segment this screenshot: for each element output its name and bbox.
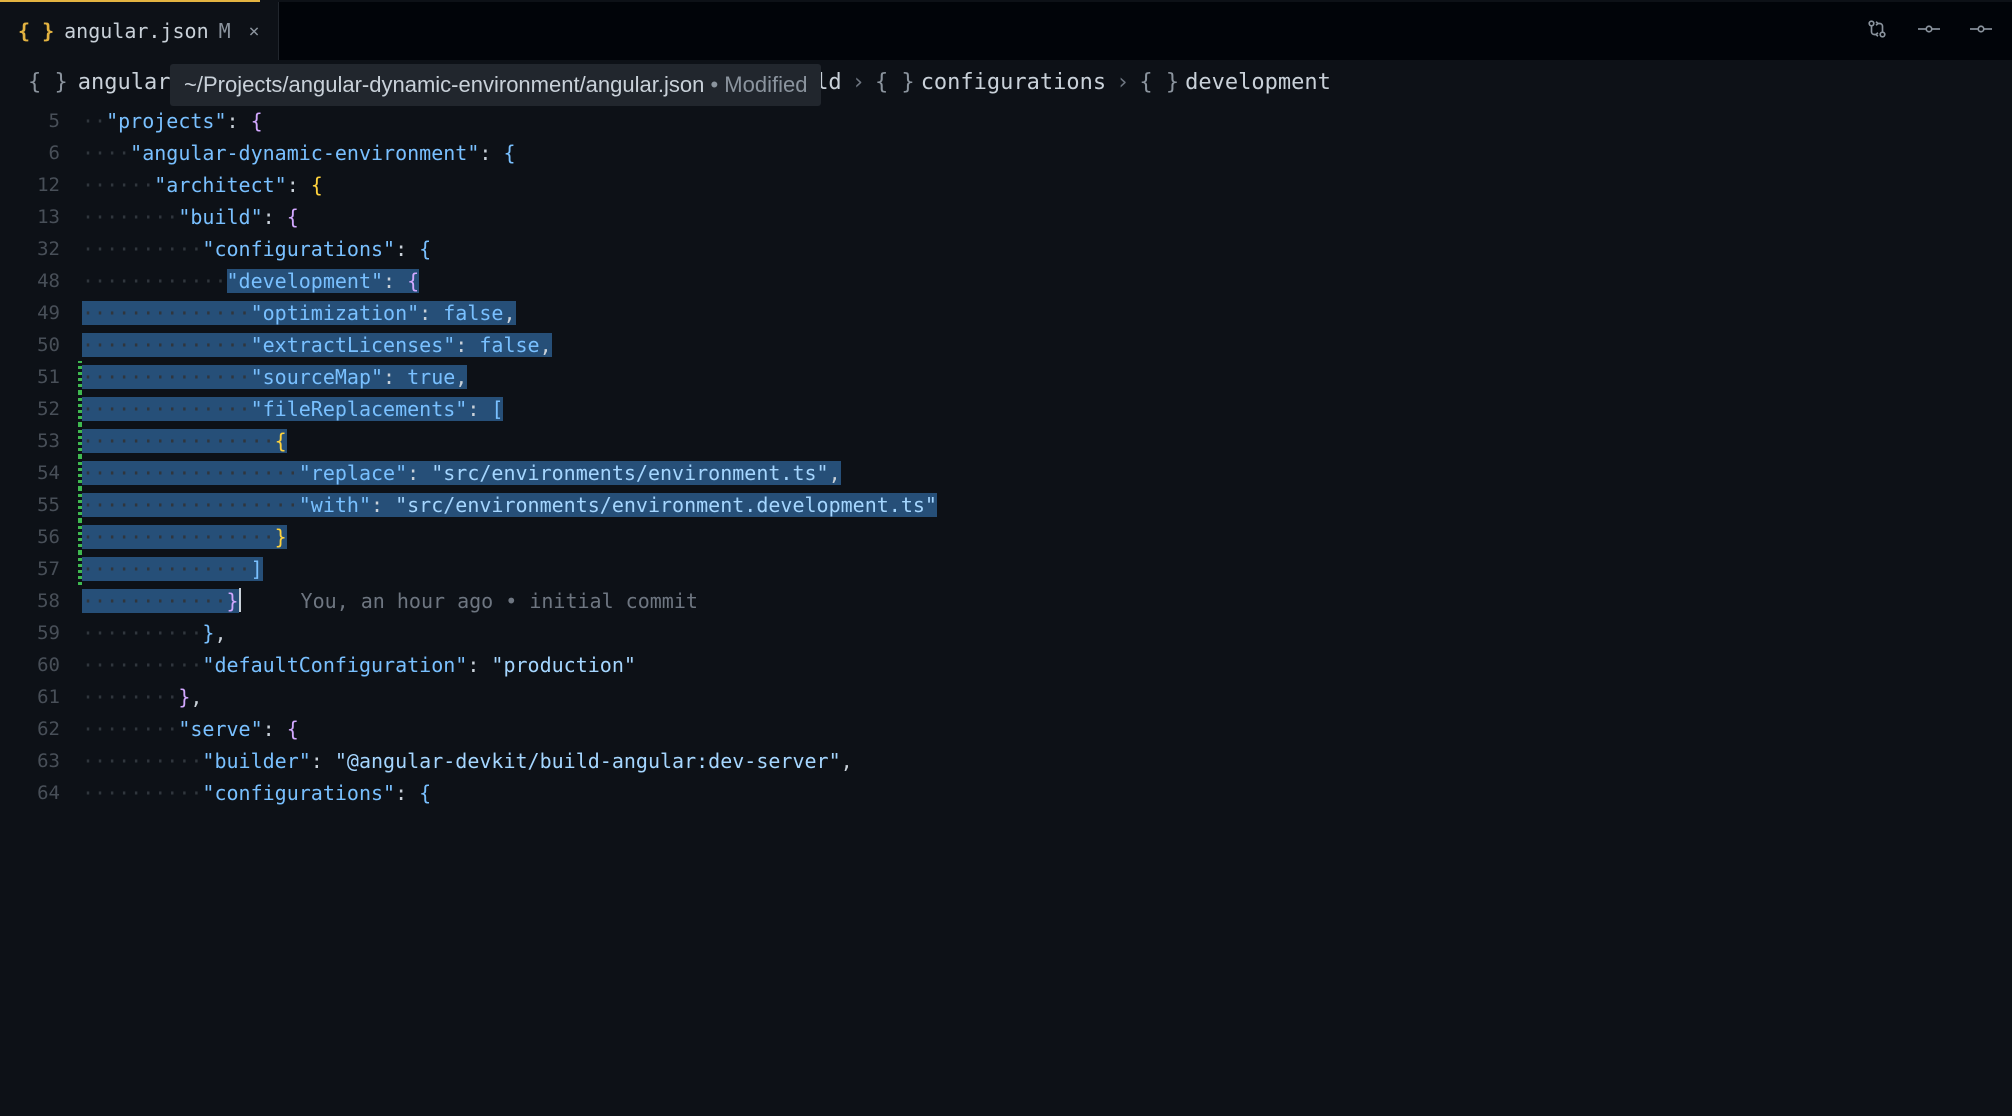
editor-tab-angular-json[interactable]: { } angular.json M × (0, 2, 279, 60)
git-commit-alt-icon[interactable] (1970, 18, 1992, 45)
tab-modified-badge: M (219, 19, 231, 43)
line-number: 62 (0, 718, 78, 740)
tab-filename: angular.json (64, 19, 209, 43)
git-commit-icon[interactable] (1918, 18, 1940, 45)
line-number: 32 (0, 238, 78, 260)
breadcrumb-configurations[interactable]: configurations (921, 70, 1106, 95)
line-number: 61 (0, 686, 78, 708)
line-number: 57 (0, 558, 78, 580)
code-editor[interactable]: 5··"projects": { 6····"angular-dynamic-e… (0, 105, 2012, 809)
line-number: 63 (0, 750, 78, 772)
path-tooltip: ~/Projects/angular-dynamic-environment/a… (170, 64, 821, 106)
json-icon: { } (18, 19, 54, 43)
line-number: 52 (0, 398, 78, 420)
tab-actions (1866, 2, 1992, 60)
tab-bar: { } angular.json M × (0, 2, 2012, 60)
cursor (239, 588, 241, 612)
line-number: 13 (0, 206, 78, 228)
line-number: 51 (0, 366, 78, 388)
json-icon: { } (28, 70, 68, 95)
line-number: 56 (0, 526, 78, 548)
breadcrumb-development[interactable]: development (1185, 70, 1331, 95)
line-number: 64 (0, 782, 78, 804)
line-number: 5 (0, 110, 78, 132)
line-number: 60 (0, 654, 78, 676)
line-number: 49 (0, 302, 78, 324)
line-number: 48 (0, 270, 78, 292)
tooltip-path: ~/Projects/angular-dynamic-environment/a… (184, 72, 704, 97)
line-number: 12 (0, 174, 78, 196)
line-number: 50 (0, 334, 78, 356)
breadcrumb[interactable]: { } angular.json ect › { }build › { }con… (0, 60, 2012, 105)
line-number: 55 (0, 494, 78, 516)
line-number: 54 (0, 462, 78, 484)
line-number: 6 (0, 142, 78, 164)
close-icon[interactable]: × (249, 21, 260, 42)
line-number: 58 (0, 590, 78, 612)
git-blame-inline: You, an hour ago • initial commit (301, 589, 698, 613)
tooltip-status: Modified (724, 72, 807, 97)
line-number: 59 (0, 622, 78, 644)
compare-changes-icon[interactable] (1866, 18, 1888, 45)
line-number: 53 (0, 430, 78, 452)
